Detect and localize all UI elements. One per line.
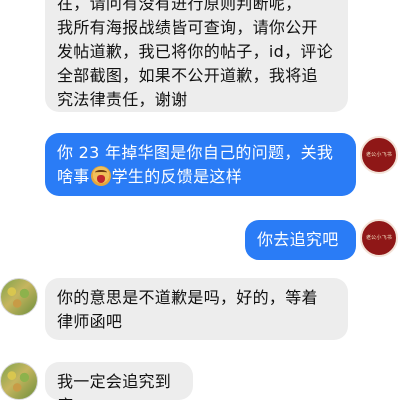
self-avatar[interactable]: 老公小飞书 — [360, 136, 398, 174]
message-bubble-incoming[interactable]: 我一定会追究到底 — [45, 362, 193, 400]
message-line-part: 学生的反馈是这样 — [111, 167, 243, 186]
message-bubble-outgoing[interactable]: 你 23 年掉华图是你自己的问题，关我 啥事 学生的反馈是这样 — [45, 133, 356, 196]
message-line: 律师函吧 — [57, 312, 123, 331]
message-line: 你 23 年掉华图是你自己的问题，关我 — [57, 143, 334, 162]
message-line: 我所有海报战绩皆可查询，请你公开 — [57, 16, 336, 40]
angry-face-icon — [90, 166, 111, 186]
message-line: 全部截图，如果不公开道歉，我将追 — [57, 66, 318, 85]
other-avatar[interactable] — [0, 278, 38, 316]
message-prefix: 我 — [57, 18, 74, 37]
message-bubble-incoming[interactable]: 在，请问有没有进行原则判断呢， 我所有海报战绩皆可查询，请你公开 发帖道歉，我已… — [45, 0, 348, 112]
self-avatar[interactable]: 老公小飞书 — [360, 219, 398, 257]
message-line: 究法律责任，谢谢 — [57, 90, 188, 109]
chat-conversation: 在，请问有没有进行原则判断呢， 我所有海报战绩皆可查询，请你公开 发帖道歉，我已… — [0, 0, 400, 400]
message-line: 啥事 学生的反馈是这样 — [57, 165, 344, 189]
message-line-text: 所有海报战绩皆可查询，请你公开 — [73, 18, 318, 37]
message-line-part: 啥事 — [57, 167, 90, 186]
other-avatar[interactable] — [0, 362, 38, 400]
message-cut-top-line: 在，请问有没有进行原则判断呢， — [57, 0, 302, 13]
self-avatar-label: 老公小飞书 — [365, 235, 392, 241]
message-text: 我一定会追究到底 — [57, 372, 172, 400]
message-bubble-outgoing[interactable]: 你去追究吧 — [245, 220, 356, 260]
message-line: 发帖道歉，我已将你的帖子，id，评论 — [57, 42, 334, 61]
message-text: 你去追究吧 — [257, 230, 339, 249]
message-bubble-incoming[interactable]: 你的意思是不道歉是吗，好的，等着 律师函吧 — [45, 278, 348, 340]
self-avatar-label: 老公小飞书 — [365, 152, 392, 158]
message-line: 你的意思是不道歉是吗，好的，等着 — [57, 288, 318, 307]
